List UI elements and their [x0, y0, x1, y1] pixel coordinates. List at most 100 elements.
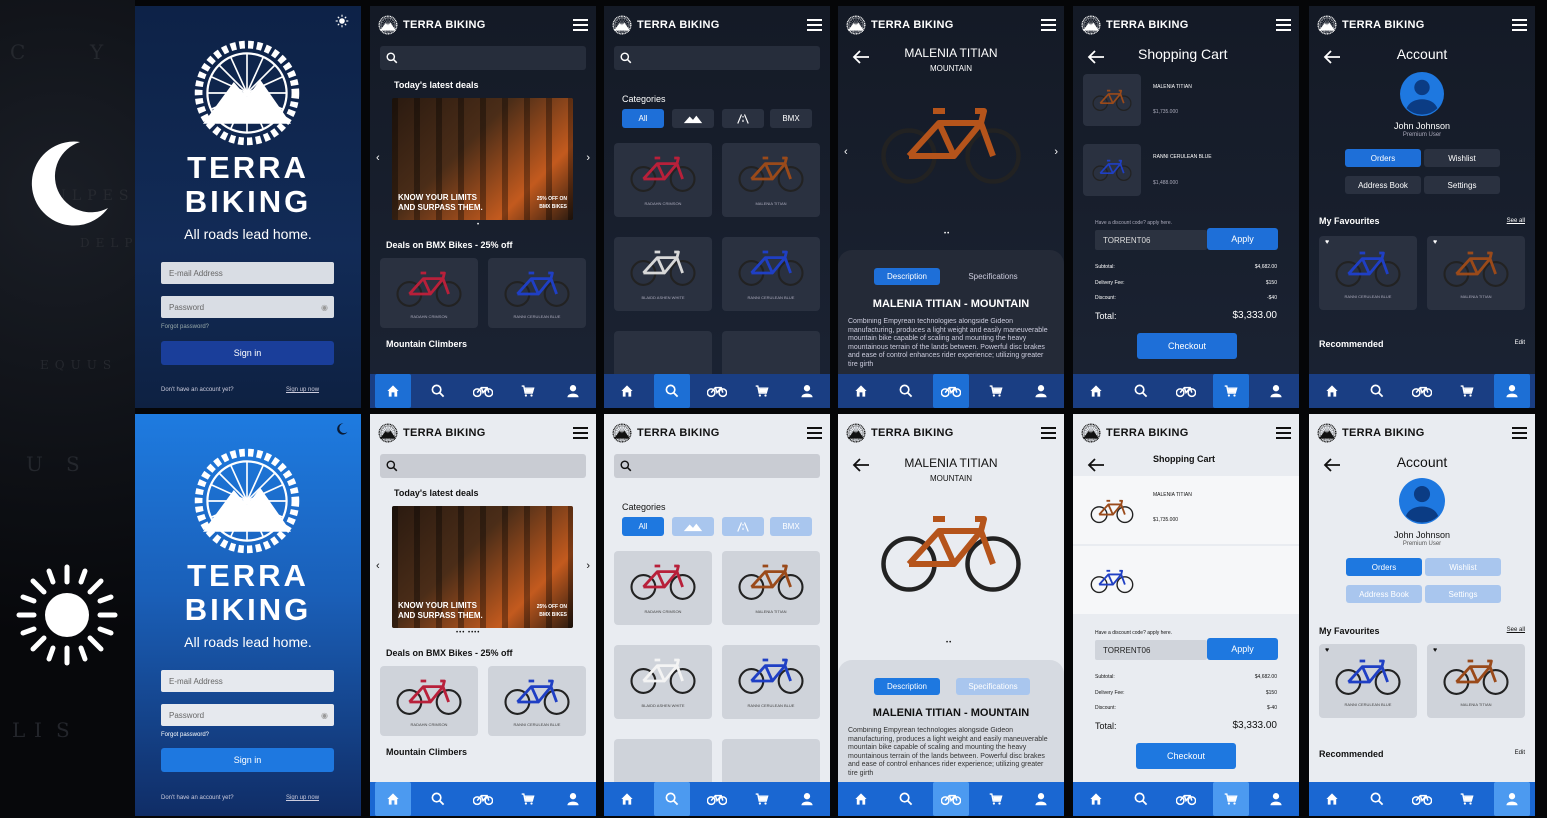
carousel-prev-icon[interactable]: ‹: [376, 152, 380, 164]
address-book-button[interactable]: Address Book: [1346, 585, 1422, 603]
category-road-button[interactable]: [722, 109, 764, 128]
nav-home-icon[interactable]: [609, 374, 645, 408]
nav-cart-icon[interactable]: [1449, 374, 1485, 408]
menu-icon[interactable]: [807, 19, 822, 31]
nav-user-icon[interactable]: [555, 782, 591, 816]
heart-icon[interactable]: ♥: [1433, 647, 1437, 654]
search-bar[interactable]: [614, 454, 820, 478]
menu-icon[interactable]: [807, 427, 822, 439]
description-tab[interactable]: Description: [874, 268, 940, 285]
nav-cart-icon[interactable]: [510, 782, 546, 816]
favourite-card[interactable]: ♥ MALENIA TITIAN: [1427, 644, 1525, 718]
carousel-prev-icon[interactable]: ‹: [376, 560, 380, 572]
nav-user-icon[interactable]: [1258, 782, 1294, 816]
nav-home-icon[interactable]: [609, 782, 645, 816]
promo-banner[interactable]: KNOW YOUR LIMITS AND SURPASS THEM. 25% O…: [392, 506, 573, 628]
nav-search-icon[interactable]: [653, 374, 690, 408]
back-arrow-icon[interactable]: [1087, 458, 1105, 472]
nav-home-icon[interactable]: [374, 374, 411, 408]
favourite-card[interactable]: ♥ MALENIA TITIAN: [1427, 236, 1525, 310]
nav-user-icon[interactable]: [1494, 374, 1531, 408]
nav-search-icon[interactable]: [888, 374, 924, 408]
heart-icon[interactable]: ♥: [1325, 239, 1329, 246]
password-field[interactable]: Password ◉: [161, 704, 334, 726]
nav-cart-icon[interactable]: [1213, 374, 1250, 408]
category-mountain-button[interactable]: [672, 109, 714, 128]
nav-search-icon[interactable]: [420, 374, 456, 408]
checkout-button[interactable]: Checkout: [1137, 333, 1237, 359]
nav-user-icon[interactable]: [1258, 374, 1294, 408]
see-all-link[interactable]: See all: [1507, 627, 1525, 633]
settings-button[interactable]: Settings: [1424, 176, 1500, 194]
product-card[interactable]: MALENIA TITIAN: [722, 551, 820, 625]
product-card[interactable]: RANNI CERULEAN BLUE: [488, 258, 586, 328]
nav-bike-icon[interactable]: [465, 782, 501, 816]
next-image-icon[interactable]: ›: [1054, 146, 1058, 158]
nav-user-icon[interactable]: [789, 782, 825, 816]
nav-user-icon[interactable]: [1023, 374, 1059, 408]
nav-search-icon[interactable]: [1359, 374, 1395, 408]
nav-search-icon[interactable]: [1123, 782, 1159, 816]
menu-icon[interactable]: [573, 19, 588, 31]
category-mountain-button[interactable]: [672, 517, 714, 536]
nav-bike-icon[interactable]: [699, 374, 735, 408]
nav-home-icon[interactable]: [843, 374, 879, 408]
sign-in-button[interactable]: Sign in: [161, 341, 334, 365]
apply-button[interactable]: Apply: [1207, 638, 1278, 660]
back-arrow-icon[interactable]: [1087, 50, 1105, 64]
address-book-button[interactable]: Address Book: [1345, 176, 1421, 194]
nav-bike-icon[interactable]: [1168, 374, 1204, 408]
discount-code-input[interactable]: TORRENT06: [1095, 230, 1207, 250]
category-bmx-button[interactable]: BMX: [770, 517, 812, 536]
search-bar[interactable]: [614, 46, 820, 70]
menu-icon[interactable]: [1041, 19, 1056, 31]
description-tab[interactable]: Description: [874, 678, 940, 695]
nav-user-icon[interactable]: [1494, 782, 1531, 816]
nav-cart-icon[interactable]: [1449, 782, 1485, 816]
carousel-next-icon[interactable]: ›: [586, 152, 590, 164]
heart-icon[interactable]: ♥: [1433, 239, 1437, 246]
nav-home-icon[interactable]: [374, 782, 411, 816]
orders-button[interactable]: Orders: [1345, 149, 1421, 167]
nav-home-icon[interactable]: [1078, 782, 1114, 816]
apply-button[interactable]: Apply: [1207, 228, 1278, 250]
email-field[interactable]: E-mail Address: [161, 262, 334, 284]
orders-button[interactable]: Orders: [1346, 558, 1422, 576]
menu-icon[interactable]: [1512, 19, 1527, 31]
prev-image-icon[interactable]: ‹: [844, 146, 848, 158]
specifications-tab[interactable]: Specifications: [956, 268, 1030, 285]
moon-toggle-icon[interactable]: [335, 422, 349, 436]
menu-icon[interactable]: [1276, 19, 1291, 31]
sign-up-link[interactable]: Sign up now: [286, 795, 319, 801]
menu-icon[interactable]: [1276, 427, 1291, 439]
checkout-button[interactable]: Checkout: [1136, 743, 1236, 769]
nav-home-icon[interactable]: [1314, 374, 1350, 408]
discount-code-input[interactable]: TORRENT06: [1095, 640, 1207, 660]
forgot-password-link[interactable]: Forgot password?: [161, 732, 209, 738]
product-card[interactable]: RANNI CERULEAN BLUE: [722, 645, 820, 719]
nav-bike-icon[interactable]: [932, 782, 969, 816]
nav-cart-icon[interactable]: [744, 782, 780, 816]
product-card[interactable]: BLAIDD ASHEN WHITE: [614, 645, 712, 719]
promo-banner[interactable]: KNOW YOUR LIMITS AND SURPASS THEM. 25% O…: [392, 98, 573, 220]
sign-up-link[interactable]: Sign up now: [286, 387, 319, 393]
nav-search-icon[interactable]: [888, 782, 924, 816]
category-road-button[interactable]: [722, 517, 764, 536]
heart-icon[interactable]: ♥: [1325, 647, 1329, 654]
nav-user-icon[interactable]: [789, 374, 825, 408]
nav-cart-icon[interactable]: [510, 374, 546, 408]
nav-search-icon[interactable]: [420, 782, 456, 816]
email-field[interactable]: E-mail Address: [161, 670, 334, 692]
nav-cart-icon[interactable]: [978, 374, 1014, 408]
favourite-card[interactable]: ♥ RANNI CERULEAN BLUE: [1319, 236, 1417, 310]
nav-search-icon[interactable]: [1123, 374, 1159, 408]
nav-bike-icon[interactable]: [699, 782, 735, 816]
wishlist-button[interactable]: Wishlist: [1424, 149, 1500, 167]
menu-icon[interactable]: [1041, 427, 1056, 439]
nav-bike-icon[interactable]: [1404, 782, 1440, 816]
menu-icon[interactable]: [1512, 427, 1527, 439]
search-bar[interactable]: [380, 46, 586, 70]
product-card[interactable]: RADAHN CRIMSON: [380, 666, 478, 736]
settings-button[interactable]: Settings: [1425, 585, 1501, 603]
nav-user-icon[interactable]: [555, 374, 591, 408]
